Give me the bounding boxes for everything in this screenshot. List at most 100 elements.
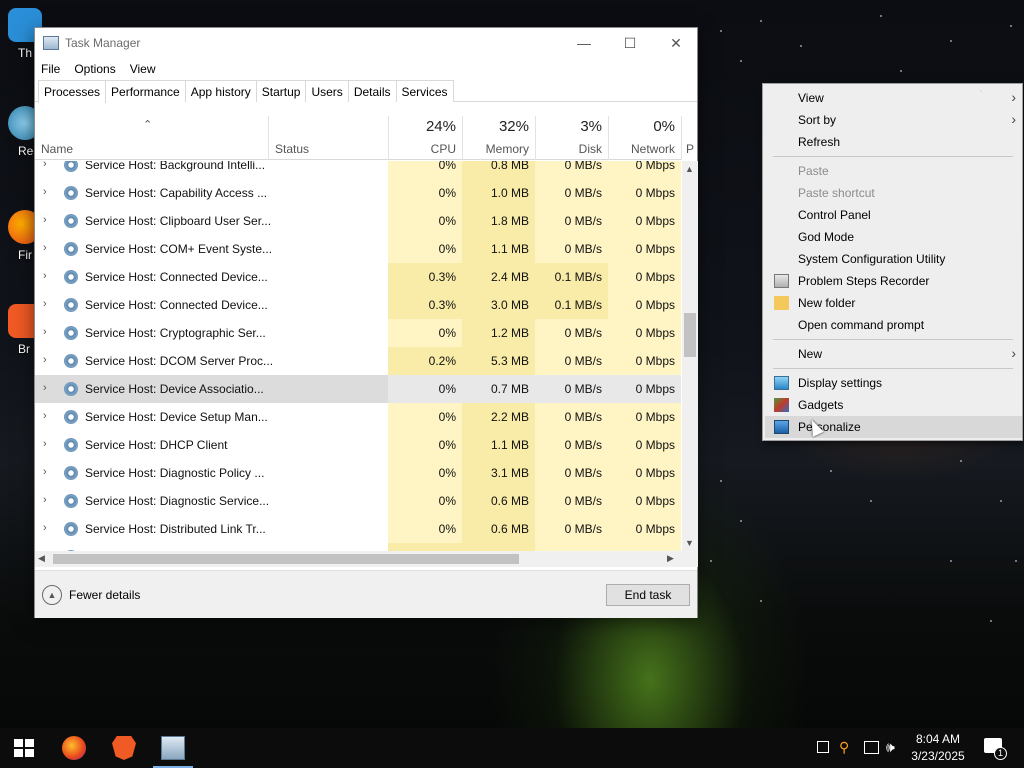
chevron-right-icon[interactable]: › [43, 522, 47, 534]
taskbar: ⚲ 🕪 8:04 AM 3/23/2025 1 [0, 728, 1024, 768]
tab-services[interactable]: Services [395, 80, 454, 102]
chevron-right-icon[interactable]: › [43, 326, 47, 338]
chevron-right-icon[interactable]: › [43, 354, 47, 366]
star [1010, 25, 1012, 27]
tray-app-icon[interactable] [817, 741, 829, 753]
menu-view[interactable]: View [130, 62, 156, 76]
column-cpu[interactable]: 24% CPU [388, 116, 462, 160]
clock[interactable]: 8:04 AM 3/23/2025 [908, 731, 968, 765]
column-power[interactable]: P [681, 116, 697, 160]
scroll-up-icon[interactable]: ▲ [685, 164, 694, 174]
menu-item-display-settings[interactable]: Display settings [765, 372, 1022, 394]
task-manager-taskbar-icon[interactable] [161, 736, 185, 760]
title-bar[interactable]: Task Manager — ☐ ✕ [35, 28, 697, 58]
chevron-right-icon[interactable]: › [43, 382, 47, 394]
menu-item-god-mode[interactable]: God Mode [765, 226, 1022, 248]
end-task-button[interactable]: End task [606, 584, 690, 606]
status-cell [268, 403, 388, 431]
menu-item-gadgets[interactable]: Gadgets [765, 394, 1022, 416]
chevron-right-icon[interactable]: › [43, 186, 47, 198]
menu-item-system-configuration-utility[interactable]: System Configuration Utility [765, 248, 1022, 270]
menu-item-open-command-prompt[interactable]: Open command prompt [765, 314, 1022, 336]
horizontal-scrollbar[interactable]: ◀ ▶ [35, 551, 698, 567]
menu-item-control-panel[interactable]: Control Panel [765, 204, 1022, 226]
menu-item-sort-by[interactable]: Sort by › [765, 109, 1022, 131]
menu-item-refresh[interactable]: Refresh [765, 131, 1022, 153]
menu-item-paste[interactable]: Paste [765, 160, 1022, 182]
tab-processes[interactable]: Processes [38, 80, 107, 103]
chevron-right-icon[interactable]: › [43, 410, 47, 422]
table-row[interactable]: › Service Host: Cryptographic Ser... 0% 1.2… [35, 319, 681, 347]
fewer-details-button[interactable]: ▲ Fewer details [42, 585, 140, 605]
tab-app-history[interactable]: App history [184, 80, 257, 102]
menu-item-personalize[interactable]: Personalize [765, 416, 1022, 438]
chevron-right-icon[interactable]: › [43, 466, 47, 478]
minimize-button[interactable]: — [561, 28, 607, 58]
search-tray-icon[interactable]: ⚲ [839, 739, 849, 756]
table-row[interactable]: › Service Host: Capability Access ... 0% 1.… [35, 179, 681, 207]
table-row[interactable]: › Service Host: Connected Device... 0.3% 2.… [35, 263, 681, 291]
menu-options[interactable]: Options [74, 62, 115, 76]
table-row[interactable]: › Service Host: Background Intelli... 0% 0.… [35, 161, 681, 179]
gear-icon [64, 494, 78, 508]
menu-item-problem-steps-recorder[interactable]: Problem Steps Recorder [765, 270, 1022, 292]
chevron-right-icon[interactable]: › [43, 270, 47, 282]
chevron-right-icon[interactable]: › [43, 438, 47, 450]
menu-item-paste-shortcut[interactable]: Paste shortcut [765, 182, 1022, 204]
table-row[interactable]: › Service Host: COM+ Event Syste... 0% 1.1 … [35, 235, 681, 263]
table-row[interactable]: › Service Host: Device Associatio... 0% 0.7… [35, 375, 681, 403]
table-row[interactable]: › Service Host: DCOM Server Proc... 0.2% 5.… [35, 347, 681, 375]
table-row[interactable]: › Service Host: Clipboard User Ser... 0% 1.… [35, 207, 681, 235]
scroll-right-icon[interactable]: ▶ [667, 553, 674, 564]
tab-performance[interactable]: Performance [105, 80, 186, 102]
table-row[interactable]: › Service Host: DHCP Client 0% 1.1 MB 0 MB/s… [35, 431, 681, 459]
maximize-button[interactable]: ☐ [607, 28, 653, 58]
scroll-left-icon[interactable]: ◀ [38, 553, 45, 564]
memory-cell: 0.6 MB [462, 515, 535, 543]
menu-item-new[interactable]: New › [765, 343, 1022, 365]
network-cell: 0 Mbps [608, 403, 681, 431]
tab-users[interactable]: Users [305, 80, 349, 102]
column-memory[interactable]: 32% Memory [462, 116, 535, 160]
menu-file[interactable]: File [41, 62, 60, 76]
table-row[interactable]: › Service Host: Device Setup Man... 0% 2.2 … [35, 403, 681, 431]
brave-taskbar-icon[interactable] [112, 736, 136, 760]
menu-item-label: God Mode [798, 230, 855, 244]
tab-startup[interactable]: Startup [255, 80, 307, 102]
table-row[interactable]: › Service Host: Connected Device... 0.3% 3.… [35, 291, 681, 319]
table-row[interactable]: › Service Host: Diagnostic Policy ... 0% 3.… [35, 459, 681, 487]
star [980, 90, 982, 92]
network-icon[interactable] [864, 741, 879, 754]
vertical-scroll-thumb[interactable] [684, 313, 696, 357]
table-row[interactable]: › Service Host: Diagnostic Service... 0% 0.… [35, 487, 681, 515]
column-network[interactable]: 0% Network [608, 116, 681, 160]
close-button[interactable]: ✕ [653, 28, 699, 58]
desktop-context-menu: View › Sort by › Refresh Paste Paste shortcut C… [762, 83, 1023, 441]
disk-cell: 0 MB/s [535, 515, 608, 543]
menu-item-view[interactable]: View › [765, 87, 1022, 109]
chevron-right-icon[interactable]: › [43, 214, 47, 226]
disk-cell: 0 MB/s [535, 459, 608, 487]
disk-cell: 0.1 MB/s [535, 263, 608, 291]
table-row[interactable]: ›Service Host: DNS Client0.2%1.2 MB0 MB/… [35, 543, 681, 551]
column-name[interactable]: ⌃ Name [35, 116, 268, 160]
chevron-right-icon[interactable]: › [43, 494, 47, 506]
chevron-right-icon[interactable]: › [43, 298, 47, 310]
firefox-taskbar-icon[interactable] [62, 736, 86, 760]
scroll-down-icon[interactable]: ▼ [685, 538, 694, 548]
chevron-right-icon[interactable]: › [43, 161, 47, 170]
vertical-scrollbar[interactable]: ▲ ▼ [682, 161, 698, 551]
process-name: Service Host: Distributed Link Tr... [85, 522, 266, 536]
table-row[interactable]: › Service Host: Distributed Link Tr... 0% 0… [35, 515, 681, 543]
network-cell: 0 Mbps [608, 291, 681, 319]
column-disk[interactable]: 3% Disk [535, 116, 608, 160]
tab-details[interactable]: Details [347, 80, 397, 102]
folder-icon [774, 296, 789, 310]
start-windows-icon[interactable] [12, 736, 36, 760]
horizontal-scroll-thumb[interactable] [53, 554, 519, 564]
volume-icon[interactable]: 🕪 [886, 739, 895, 756]
chevron-right-icon[interactable]: › [43, 242, 47, 254]
process-list: › Service Host: Background Intelli... 0% 0.… [35, 161, 681, 551]
column-status[interactable]: Status [268, 116, 388, 160]
menu-item-new-folder[interactable]: New folder [765, 292, 1022, 314]
